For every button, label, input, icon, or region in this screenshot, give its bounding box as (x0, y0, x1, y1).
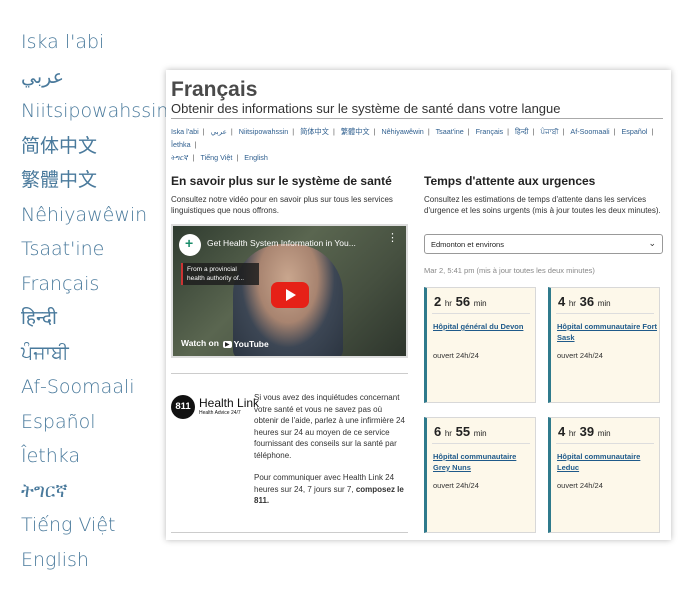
watch-on-label[interactable]: Watch on (181, 338, 219, 348)
section-divider (171, 532, 408, 533)
nav-lang-link[interactable]: Tsaat'ine (436, 127, 464, 136)
nav-lang-link[interactable]: Français (476, 127, 504, 136)
hospital-hours: ouvert 24h/24 (433, 481, 479, 490)
card-divider (556, 443, 654, 444)
lang-link-simplified-chinese[interactable]: 简体中文 (21, 134, 161, 169)
lang-link-traditional-chinese[interactable]: 繁體中文 (21, 168, 161, 203)
health-link-tagline: Health Advice 24/7 (199, 410, 241, 416)
nav-lang-link[interactable]: English (244, 153, 268, 162)
nav-lang-link[interactable]: ትግርኛ (171, 153, 189, 162)
lang-link-punjabi[interactable]: ਪੰਜਾਬੀ (21, 341, 161, 376)
learn-more-section: En savoir plus sur le système de santé C… (171, 174, 408, 216)
section-divider (171, 373, 408, 374)
lang-link-vietnamese[interactable]: Tiếng Việt (21, 513, 161, 548)
lang-link-niitsipowahssin[interactable]: Niitsipowahssin (21, 99, 168, 134)
wait-time-value: 4 hr 36 min (558, 294, 611, 309)
page-subtitle: Obtenir des informations sur le système … (171, 101, 561, 116)
wait-time-card[interactable]: 6 hr 55 min Hôpital communautaire Grey N… (424, 417, 536, 533)
card-divider (556, 313, 654, 314)
card-divider (432, 313, 530, 314)
region-select-value: Edmonton et environs (431, 240, 504, 249)
learn-more-text: Consultez notre vidéo pour en savoir plu… (171, 195, 393, 215)
hospital-hours: ouvert 24h/24 (433, 351, 479, 360)
inline-language-nav: Iska l'abi | عربي | Niitsipowahssin | 简体中文 |… (171, 127, 654, 162)
health-link-paragraph-1: Si vous avez des inquiétudes concernant … (254, 393, 405, 460)
nav-lang-link[interactable]: Niitsipowahssin (239, 127, 289, 136)
video-player[interactable]: Get Health System Information in You... … (171, 224, 408, 358)
nav-lang-link[interactable]: हिन्दी (515, 127, 529, 136)
hospital-hours: ouvert 24h/24 (557, 351, 603, 360)
wait-time-value: 6 hr 55 min (434, 424, 487, 439)
language-page-card: Français Obtenir des informations sur le… (166, 70, 671, 540)
video-title[interactable]: Get Health System Information in You... (207, 238, 356, 248)
hospital-link[interactable]: Hôpital général du Devon (433, 321, 533, 332)
wait-times-text: Consultez les estimations de temps d'att… (424, 195, 661, 215)
nav-lang-link[interactable]: Español (621, 127, 647, 136)
nav-lang-link[interactable]: Iska l'abi (171, 127, 199, 136)
health-link-description: Si vous avez des inquiétudes concernant … (254, 392, 408, 507)
health-link-811-badge: 811 (171, 395, 195, 419)
last-updated-text: Mar 2, 5:41 pm (mis à jour toutes les de… (424, 266, 595, 275)
hospital-hours: ouvert 24h/24 (557, 481, 603, 490)
hospital-link[interactable]: Hôpital communautaire Grey Nuns (433, 451, 533, 473)
wait-time-card[interactable]: 4 hr 39 min Hôpital communautaire Leduc … (548, 417, 660, 533)
health-link-logo: 811 Health Link Health Advice 24/7 (171, 395, 259, 421)
card-divider (432, 443, 530, 444)
page-title: Français (171, 78, 258, 101)
wait-times-heading: Temps d'attente aux urgences (424, 174, 596, 188)
wait-time-card[interactable]: 2 hr 56 min Hôpital général du Devon ouv… (424, 287, 536, 403)
lang-link-somali[interactable]: Af-Soomaali (21, 375, 161, 410)
more-vertical-icon[interactable]: ⋮ (387, 233, 398, 244)
nav-lang-link[interactable]: ਪੰਜਾਬੀ (540, 127, 558, 136)
hospital-link[interactable]: Hôpital communautaire Fort Sask (557, 321, 657, 343)
region-select[interactable]: Edmonton et environs ⌄ (424, 234, 663, 254)
nav-lang-link[interactable]: Nêhiyawêwin (381, 127, 423, 136)
channel-logo-icon[interactable] (179, 234, 201, 256)
health-link-name: Health Link (199, 396, 260, 410)
nav-lang-link[interactable]: 繁體中文 (341, 127, 370, 136)
nav-lang-link[interactable]: عربي (211, 127, 227, 136)
lang-link-hindi[interactable]: हिन्दी (21, 306, 161, 341)
learn-more-heading: En savoir plus sur le système de santé (171, 174, 392, 188)
nav-lang-link[interactable]: Tiếng Việt (200, 153, 232, 162)
play-button-icon[interactable] (271, 282, 309, 308)
lang-link-tsaatine[interactable]: Tsaat'ine (21, 237, 161, 272)
wait-times-section: Temps d'attente aux urgences Consultez l… (424, 174, 664, 216)
lang-link-nehiyawewin[interactable]: Nêhiyawêwin (21, 203, 161, 238)
lang-link-iska[interactable]: Iska l'abi (21, 30, 161, 65)
health-link-paragraph-2: Pour communiquer avec Health Link 24 heu… (254, 472, 408, 507)
language-list: Iska l'abi عربي Niitsipowahssin 简体中文 繁體中… (21, 30, 168, 583)
lang-link-arabic[interactable]: عربي (21, 65, 161, 100)
lang-link-tigrinya[interactable]: ትግርኛ (21, 479, 161, 514)
chevron-down-icon: ⌄ (648, 238, 656, 248)
nav-lang-link[interactable]: Af-Soomaali (570, 127, 609, 136)
youtube-label: YouTube (233, 339, 269, 349)
video-info-chip[interactable]: From a provincial health authority of... (181, 263, 259, 285)
lang-link-iethka[interactable]: Îethka (21, 444, 161, 479)
youtube-logo[interactable]: ▶ YouTube (223, 339, 269, 349)
lang-link-espanol[interactable]: Español (21, 410, 161, 445)
title-divider (171, 118, 663, 119)
hospital-link[interactable]: Hôpital communautaire Leduc (557, 451, 657, 473)
lang-link-english[interactable]: English (21, 548, 161, 583)
wait-time-value: 4 hr 39 min (558, 424, 611, 439)
nav-lang-link[interactable]: Îethka (171, 140, 191, 149)
lang-link-francais[interactable]: Français (21, 272, 161, 307)
wait-time-card[interactable]: 4 hr 36 min Hôpital communautaire Fort S… (548, 287, 660, 403)
wait-time-value: 2 hr 56 min (434, 294, 487, 309)
nav-lang-link[interactable]: 简体中文 (300, 127, 329, 136)
